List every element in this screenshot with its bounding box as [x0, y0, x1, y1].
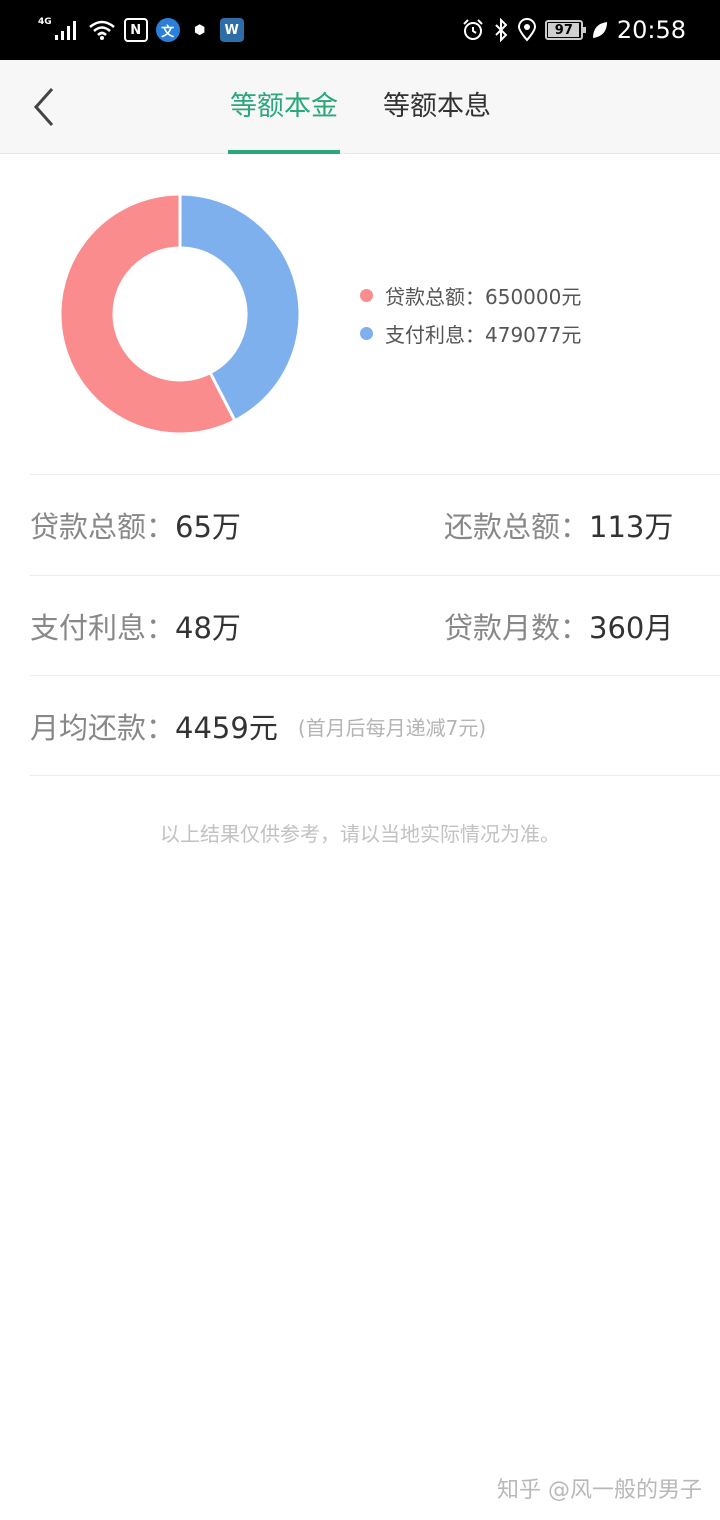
divider	[30, 775, 720, 776]
stat-interest: 支付利息： 48万	[30, 576, 241, 676]
bluetooth-icon	[495, 18, 508, 42]
stat-value: 360月	[589, 611, 674, 645]
stat-value: 113万	[589, 510, 674, 544]
tab-active-indicator	[228, 150, 340, 154]
shield-icon: ⬢	[193, 22, 206, 38]
chevron-left-icon	[33, 88, 54, 126]
stat-repay-total: 还款总额： 113万	[444, 475, 673, 575]
signal-icon	[54, 21, 76, 40]
tab-equal-principal[interactable]: 等额本金	[228, 60, 340, 154]
legend-item-loan-total: 贷款总额：650000元	[360, 276, 581, 314]
legend-dot	[360, 288, 373, 302]
legend-label: 支付利息：479077元	[385, 322, 582, 347]
stat-label: 支付利息：	[30, 611, 176, 645]
wps-icon: W	[219, 18, 244, 42]
wifi-icon	[88, 20, 115, 40]
nfc-icon: N	[123, 18, 148, 42]
donut-chart	[58, 192, 302, 436]
leaf-icon	[592, 22, 607, 38]
disclaimer-text: 以上结果仅供参考，请以当地实际情况为准。	[160, 822, 560, 846]
app-notification-icon: 文	[155, 18, 180, 42]
stat-value: 65万	[175, 510, 241, 544]
battery-icon: 97	[544, 20, 586, 40]
stat-loan-total: 贷款总额： 65万	[30, 475, 241, 575]
stats-row-1: 贷款总额： 65万 还款总额： 113万	[0, 475, 720, 575]
chart-legend: 贷款总额：650000元 支付利息：479077元	[360, 276, 581, 352]
tab-equal-installment[interactable]: 等额本息	[381, 60, 493, 154]
stat-monthly-payment: 月均还款： 4459元 (首月后每月递减7元)	[30, 676, 486, 776]
clock: 20:58	[616, 16, 686, 44]
stats-row-3: 月均还款： 4459元 (首月后每月递减7元)	[0, 676, 720, 776]
stat-label: 贷款总额：	[30, 510, 176, 544]
watermark: 知乎 @风一般的男子	[497, 1478, 702, 1503]
tab-label: 等额本金	[230, 91, 338, 122]
alarm-icon	[463, 19, 483, 40]
status-bar: 4G N 文 ⬢ W 97 20:58	[0, 0, 720, 60]
stats-row-2: 支付利息： 48万 贷款月数： 360月	[0, 576, 720, 676]
legend-item-interest: 支付利息：479077元	[360, 314, 581, 352]
legend-dot	[360, 326, 373, 340]
stat-label: 月均还款：	[30, 711, 176, 745]
stat-value: 48万	[175, 611, 241, 645]
tab-label: 等额本息	[383, 91, 491, 122]
location-icon	[517, 18, 536, 42]
legend-label: 贷款总额：650000元	[385, 284, 582, 309]
battery-level: 97	[554, 22, 573, 38]
nav-bar: 等额本金 等额本息	[0, 60, 720, 154]
stat-label: 贷款月数：	[444, 611, 590, 645]
stat-label: 还款总额：	[444, 510, 590, 544]
stat-note: (首月后每月递减7元)	[297, 715, 487, 740]
network-type: 4G	[38, 17, 52, 27]
back-button[interactable]	[22, 82, 66, 132]
stat-value: 4459元	[175, 711, 278, 745]
stat-months: 贷款月数： 360月	[444, 576, 673, 676]
